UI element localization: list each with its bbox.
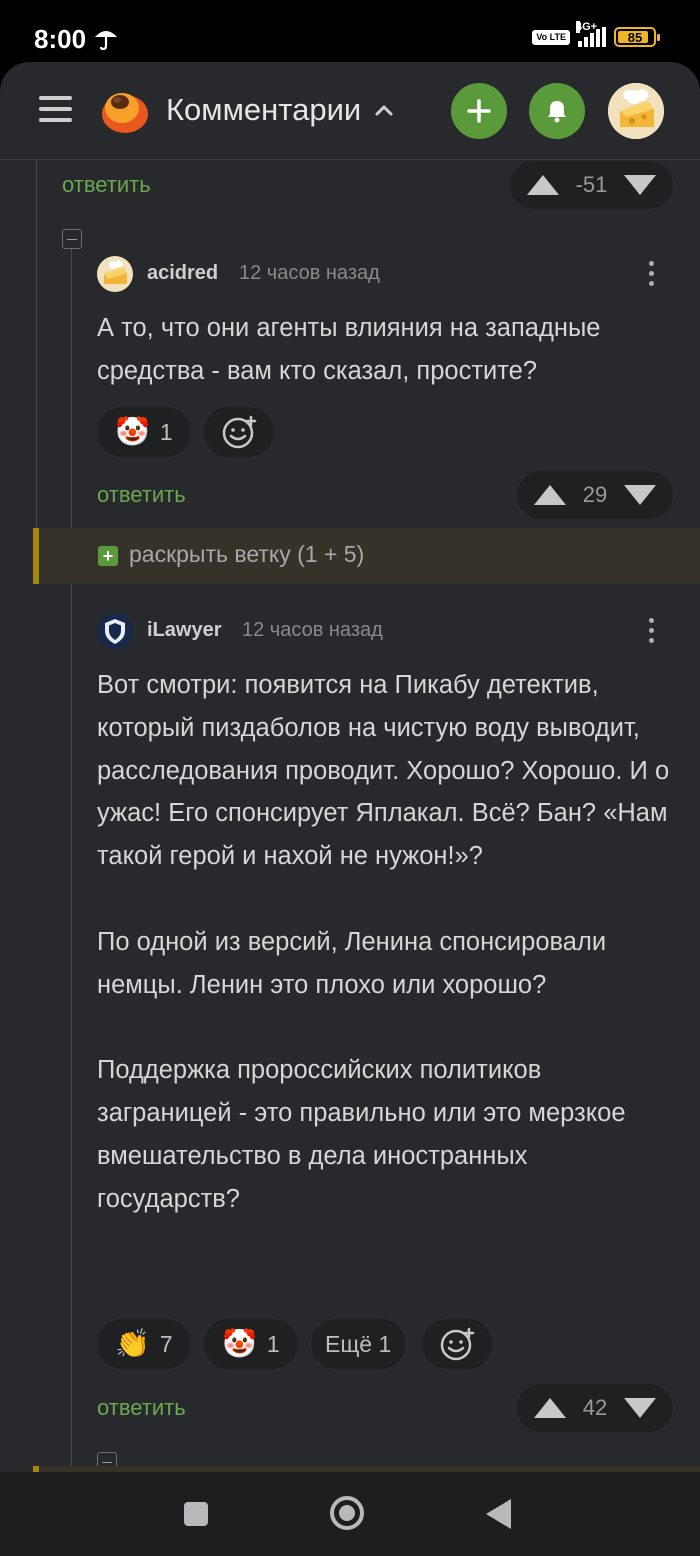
add-emoji-icon <box>440 1327 475 1361</box>
user-avatar[interactable] <box>608 83 664 139</box>
reply-link[interactable]: ответить <box>97 1395 186 1421</box>
comment-time: 12 часов назад <box>242 619 383 641</box>
reaction-count: 1 <box>159 418 173 445</box>
upvote-icon[interactable] <box>534 1398 566 1418</box>
plus-icon: + <box>98 546 118 566</box>
reply-link[interactable]: ответить <box>62 172 151 198</box>
cheese-avatar-icon <box>608 83 664 139</box>
thread-line <box>71 584 72 1472</box>
comment-avatar[interactable] <box>97 613 133 649</box>
expand-branch-button[interactable]: + раскрыть ветку (1 + 5) <box>33 528 700 584</box>
reaction-count: 1 <box>266 1330 280 1357</box>
downvote-icon[interactable] <box>623 485 656 505</box>
comment-time: 12 часов назад <box>239 262 380 284</box>
pikabu-logo <box>102 93 148 133</box>
clown-face-icon: 🤡 <box>115 416 150 447</box>
more-options-icon[interactable] <box>641 616 661 646</box>
page-title: Комментарии <box>166 92 362 127</box>
comment-author[interactable]: iLawyer <box>147 619 221 642</box>
score: 29 <box>582 482 608 507</box>
upvote-icon[interactable] <box>534 485 566 505</box>
comments-title-dropdown[interactable]: Комментарии <box>166 92 395 128</box>
more-reactions-button[interactable]: Ещё 1 <box>311 1319 406 1369</box>
system-navigation-bar <box>0 1472 700 1556</box>
collapse-thread-button[interactable] <box>62 229 82 249</box>
battery-level: 85 <box>627 29 643 45</box>
more-reactions-label: Ещё 1 <box>325 1330 392 1357</box>
vote-widget: -51 <box>510 161 673 209</box>
downvote-icon[interactable] <box>623 1398 656 1418</box>
cheese-avatar-icon <box>97 256 133 292</box>
add-reaction-button[interactable] <box>204 407 274 457</box>
thread-line <box>36 160 37 528</box>
plus-icon <box>467 99 491 123</box>
menu-icon[interactable] <box>39 94 72 124</box>
downvote-icon[interactable] <box>623 175 656 195</box>
battery-icon: 85 <box>614 27 660 47</box>
branch-marker <box>33 528 39 584</box>
reply-link[interactable]: ответить <box>97 482 186 508</box>
add-emoji-icon <box>222 415 257 449</box>
recent-apps-icon[interactable] <box>184 1502 208 1526</box>
clown-face-icon: 🤡 <box>222 1328 257 1359</box>
app-header: Комментарии <box>0 62 700 160</box>
home-icon[interactable] <box>330 1496 364 1530</box>
shield-icon <box>97 613 133 649</box>
reaction-chip[interactable]: 🤡 1 <box>97 407 191 457</box>
reaction-count: 7 <box>159 1330 173 1357</box>
status-time: 8:00 <box>34 24 87 54</box>
back-icon[interactable] <box>486 1499 511 1529</box>
comment-avatar[interactable] <box>97 256 133 292</box>
upvote-icon[interactable] <box>527 175 559 195</box>
expand-branch-label: раскрыть ветку (1 + 5) <box>129 541 365 567</box>
more-options-icon[interactable] <box>641 259 661 289</box>
reaction-chip[interactable]: 🤡 1 <box>204 1319 298 1369</box>
app-window: Комментарии ответить -51 acidred 12 часо… <box>0 62 700 1472</box>
network-type: 4G+ <box>576 21 598 33</box>
add-reaction-button[interactable] <box>422 1319 492 1369</box>
comment-text: Вот смотри: появится на Пикабу детектив,… <box>97 671 670 1213</box>
chevron-up-icon <box>375 105 393 116</box>
umbrella-icon <box>95 31 117 51</box>
bell-icon <box>548 101 566 123</box>
comment-text: А то, что они агенты влияния на западные… <box>97 314 601 385</box>
vote-widget: 42 <box>517 1384 673 1432</box>
volte-icon: Vo LTE <box>532 29 570 45</box>
thread-line <box>71 248 72 528</box>
notifications-button[interactable] <box>529 83 585 139</box>
score: -51 <box>575 172 608 197</box>
score: 42 <box>582 1395 608 1420</box>
status-bar: 8:00 Vo LTE 4G+ 85 <box>0 0 700 62</box>
reaction-chip[interactable]: 👏 7 <box>97 1319 191 1369</box>
clapping-hands-icon: 👏 <box>115 1328 150 1359</box>
comment-author[interactable]: acidred <box>147 262 218 285</box>
vote-widget: 29 <box>517 471 673 519</box>
add-post-button[interactable] <box>451 83 507 139</box>
signal-icon: 4G+ <box>576 21 606 47</box>
